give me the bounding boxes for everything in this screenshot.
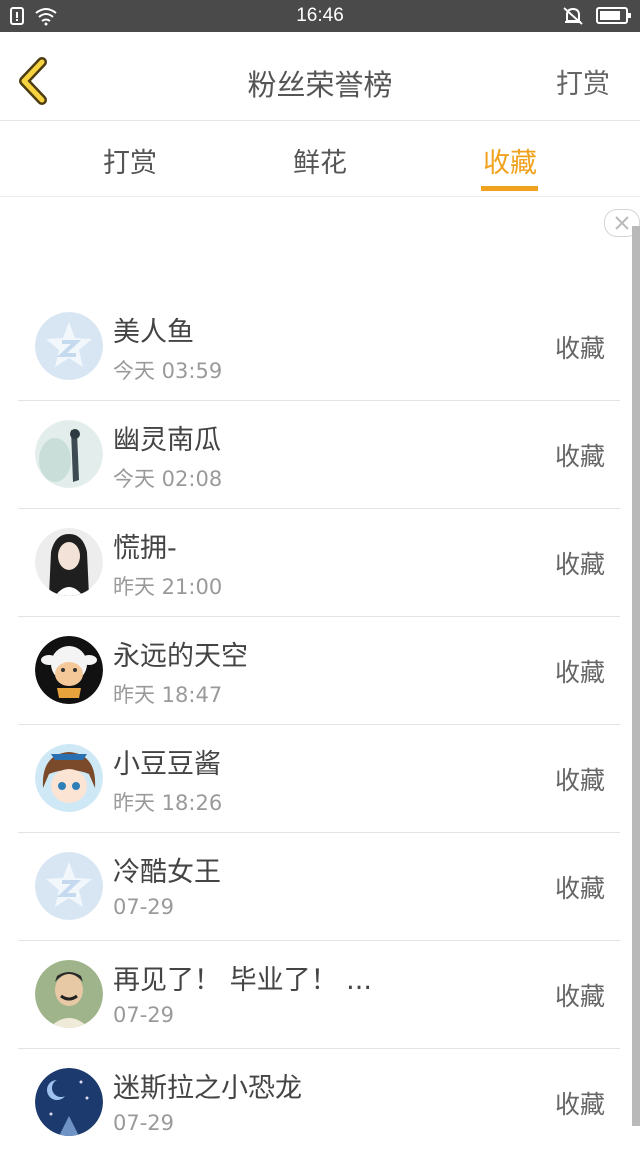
- list-item[interactable]: 永远的天空 昨天 18:47 收藏: [18, 616, 620, 725]
- user-name: 再见了！ 毕业了！ ...: [113, 965, 372, 996]
- action-label: 收藏: [554, 874, 605, 903]
- timestamp: 07-29: [113, 1003, 175, 1027]
- action-label: 收藏: [554, 442, 605, 471]
- user-name: 慌拥-: [113, 533, 177, 564]
- mute-bell-icon: [562, 6, 584, 30]
- active-tab-indicator: [481, 186, 538, 191]
- tab-favorites[interactable]: 收藏: [450, 141, 570, 180]
- battery-icon: [596, 6, 632, 30]
- avatar[interactable]: [35, 636, 103, 704]
- list-item[interactable]: 小豆豆酱 昨天 18:26 收藏: [18, 724, 620, 833]
- timestamp: 今天 03:59: [113, 359, 223, 383]
- avatar[interactable]: [35, 1068, 103, 1136]
- timestamp: 07-29: [113, 1111, 175, 1135]
- list-item[interactable]: 幽灵南瓜 今天 02:08 收藏: [18, 400, 620, 509]
- nav-header: 粉丝荣誉榜 打赏: [0, 32, 640, 121]
- avatar[interactable]: [35, 852, 103, 920]
- action-label: 收藏: [554, 658, 605, 687]
- timestamp: 昨天 18:26: [113, 791, 223, 815]
- user-name: 冷酷女王: [113, 857, 221, 888]
- avatar[interactable]: [35, 312, 103, 380]
- user-name: 永远的天空: [113, 641, 248, 672]
- list-item[interactable]: 再见了！ 毕业了！ ... 07-29 收藏: [18, 940, 620, 1049]
- timestamp: 今天 02:08: [113, 467, 223, 491]
- avatar[interactable]: [35, 744, 103, 812]
- action-label: 收藏: [554, 982, 605, 1011]
- tab-reward[interactable]: 打赏: [70, 141, 190, 180]
- list-item[interactable]: 慌拥- 昨天 21:00 收藏: [18, 508, 620, 617]
- action-label: 收藏: [554, 334, 605, 363]
- status-time: 16:46: [296, 5, 344, 26]
- timestamp: 昨天 21:00: [113, 575, 223, 599]
- avatar[interactable]: [35, 528, 103, 596]
- avatar[interactable]: [35, 960, 103, 1028]
- scrollbar[interactable]: [632, 226, 640, 1126]
- status-bar: 16:46: [0, 0, 640, 32]
- tab-bar: 打赏 鲜花 收藏: [0, 121, 640, 197]
- timestamp: 昨天 18:47: [113, 683, 223, 707]
- list-item[interactable]: 美人鱼 今天 03:59 收藏: [18, 292, 620, 401]
- user-name: 幽灵南瓜: [113, 425, 221, 456]
- action-label: 收藏: [554, 550, 605, 579]
- reward-button[interactable]: 打赏: [556, 62, 610, 101]
- list-item[interactable]: 冷酷女王 07-29 收藏: [18, 832, 620, 941]
- action-label: 收藏: [554, 1090, 605, 1119]
- tab-flowers[interactable]: 鲜花: [260, 141, 380, 180]
- action-label: 收藏: [554, 766, 605, 795]
- timestamp: 07-29: [113, 895, 175, 919]
- user-name: 美人鱼: [113, 317, 194, 348]
- user-name: 小豆豆酱: [113, 749, 221, 780]
- page-title: 粉丝荣誉榜: [247, 68, 393, 102]
- avatar[interactable]: [35, 420, 103, 488]
- list-item[interactable]: 迷斯拉之小恐龙 07-29 收藏: [18, 1048, 620, 1156]
- user-name: 迷斯拉之小恐龙: [113, 1073, 302, 1104]
